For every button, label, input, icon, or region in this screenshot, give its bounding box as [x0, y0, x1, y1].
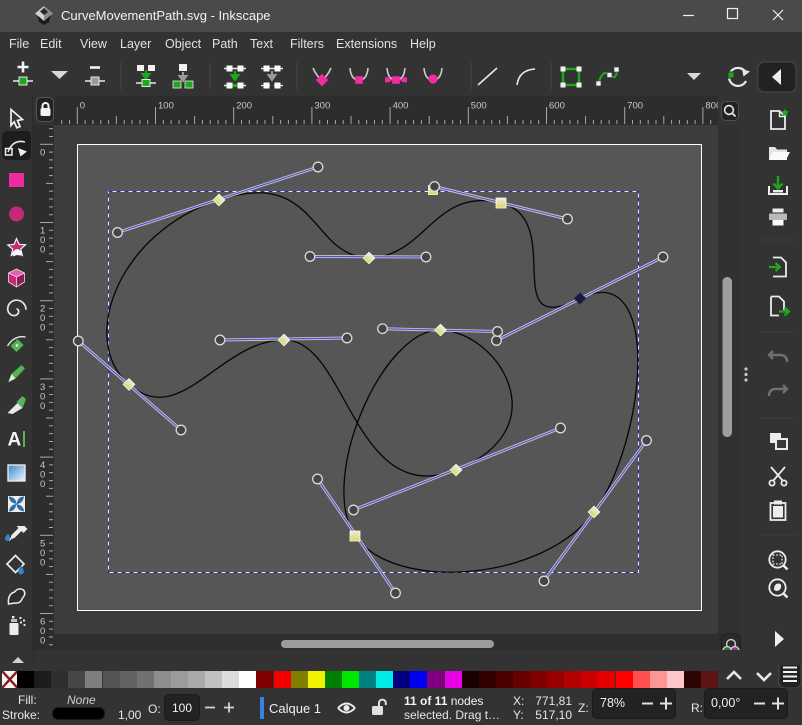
svg-text:500: 500: [471, 101, 487, 112]
svg-text:100: 100: [158, 101, 174, 112]
svg-text:0: 0: [40, 636, 45, 647]
svg-text:200: 200: [236, 101, 252, 112]
svg-text:0: 0: [40, 147, 45, 158]
svg-text:0: 0: [40, 557, 45, 568]
svg-text:0: 0: [40, 401, 45, 412]
svg-text:300: 300: [314, 101, 330, 112]
svg-text:A: A: [8, 430, 22, 451]
svg-text:600: 600: [549, 101, 565, 112]
svg-text:0: 0: [40, 479, 45, 490]
svg-text:0: 0: [40, 245, 45, 256]
svg-text:400: 400: [393, 101, 409, 112]
svg-text:700: 700: [627, 101, 643, 112]
svg-text:0: 0: [80, 101, 85, 112]
svg-text:0: 0: [40, 323, 45, 334]
svg-text:800: 800: [705, 101, 718, 112]
